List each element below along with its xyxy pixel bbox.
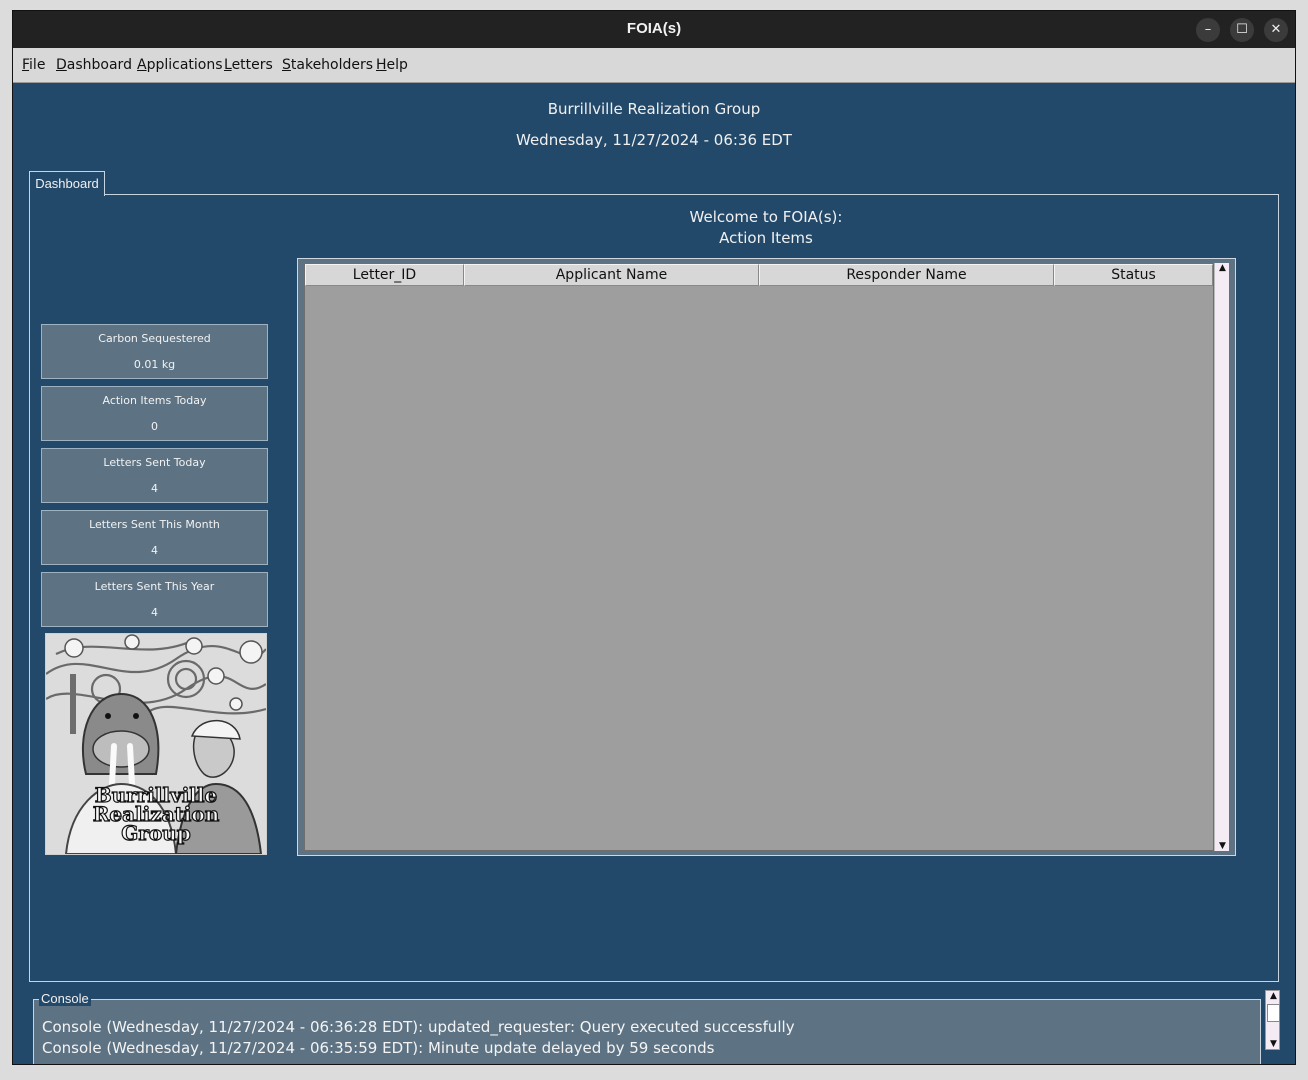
stat-letters-sent-today: Letters Sent Today 4 [41, 448, 268, 503]
scroll-down-icon[interactable]: ▼ [1215, 841, 1230, 851]
console-scrollbar[interactable]: ▲ ▼ [1265, 990, 1280, 1050]
minimize-button[interactable]: – [1196, 18, 1220, 42]
action-items-table: Letter_ID Applicant Name Responder Name … [297, 258, 1236, 856]
logo-text-line: Group [121, 821, 190, 845]
console-label: Console [39, 991, 91, 1006]
scroll-down-icon[interactable]: ▼ [1266, 1039, 1281, 1049]
scroll-up-icon[interactable]: ▲ [1215, 263, 1230, 273]
menu-bar: File Dashboard Applications Letters Stak… [13, 48, 1295, 83]
title-bar[interactable]: FOIA(s) – ☐ ✕ [13, 11, 1295, 48]
menu-dashboard[interactable]: Dashboard [56, 57, 132, 73]
menu-stakeholders[interactable]: Stakeholders [282, 57, 373, 73]
stat-value: 4 [151, 606, 158, 619]
close-button[interactable]: ✕ [1264, 18, 1288, 42]
column-header-responder-name[interactable]: Responder Name [759, 264, 1054, 286]
stat-carbon-sequestered: Carbon Sequestered 0.01 kg [41, 324, 268, 379]
stat-letters-sent-year: Letters Sent This Year 4 [41, 572, 268, 627]
table-body[interactable]: Letter_ID Applicant Name Responder Name … [304, 263, 1214, 851]
console-line: Console (Wednesday, 11/27/2024 - 06:35:5… [42, 1039, 715, 1057]
organization-name: Burrillville Realization Group [547, 100, 761, 118]
stat-value: 0.01 kg [133, 358, 176, 371]
stat-action-items-today: Action Items Today 0 [41, 386, 268, 441]
stat-value: 4 [151, 482, 158, 495]
organization-logo: Burrillville Realization Group [45, 633, 267, 855]
stat-label: Letters Sent This Year [94, 580, 215, 593]
column-header-applicant-name[interactable]: Applicant Name [464, 264, 759, 286]
console-log[interactable]: Console (Wednesday, 11/27/2024 - 06:36:2… [33, 999, 1261, 1064]
column-header-letter-id[interactable]: Letter_ID [305, 264, 464, 286]
menu-help[interactable]: Help [376, 57, 408, 73]
stat-value: 0 [151, 420, 158, 433]
stat-label: Carbon Sequestered [98, 332, 211, 345]
logo-artwork-icon: Burrillville Realization Group [46, 634, 266, 854]
scroll-thumb[interactable] [1267, 1004, 1280, 1022]
stat-value: 4 [151, 544, 158, 557]
menu-letters[interactable]: Letters [224, 57, 273, 73]
action-items-heading: Action Items [719, 229, 813, 247]
app-window: FOIA(s) – ☐ ✕ File Dashboard Application… [13, 11, 1295, 1064]
menu-file[interactable]: File [22, 57, 45, 73]
scroll-up-icon[interactable]: ▲ [1266, 991, 1281, 1001]
stat-label: Letters Sent This Month [89, 518, 220, 531]
table-scrollbar[interactable]: ▲ ▼ [1214, 263, 1229, 851]
welcome-heading: Welcome to FOIA(s): [689, 208, 843, 226]
window-title: FOIA(s) [626, 20, 682, 37]
maximize-button[interactable]: ☐ [1230, 18, 1254, 42]
menu-applications[interactable]: Applications [137, 57, 223, 73]
stat-label: Letters Sent Today [103, 456, 206, 469]
column-header-status[interactable]: Status [1054, 264, 1213, 286]
stat-label: Action Items Today [102, 394, 207, 407]
console-line: Console (Wednesday, 11/27/2024 - 06:36:2… [42, 1018, 795, 1036]
stat-letters-sent-month: Letters Sent This Month 4 [41, 510, 268, 565]
current-datetime: Wednesday, 11/27/2024 - 06:36 EDT [516, 131, 792, 149]
tab-dashboard[interactable]: Dashboard [29, 171, 105, 196]
